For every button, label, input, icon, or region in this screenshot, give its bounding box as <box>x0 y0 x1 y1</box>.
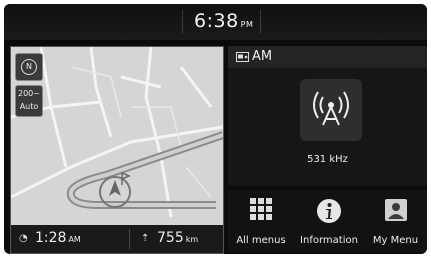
eta-time: 1:28 <box>35 230 67 246</box>
radio-header: AM <box>228 46 427 68</box>
status-bar: 6:38 PM <box>4 4 427 40</box>
distance-unit: km <box>185 235 199 244</box>
my-menu-button[interactable]: My Menu <box>364 190 427 252</box>
radio-widget[interactable]: AM 531 kHz <box>228 46 427 186</box>
distance-value: 755 <box>157 230 184 246</box>
antenna-icon <box>313 91 349 126</box>
info-divider <box>129 229 130 249</box>
head-unit-screen: 6:38 PM N 200~ Auto ◔ 1:28 AM ⇡ 755 km A… <box>4 4 427 254</box>
tower-button[interactable] <box>300 79 362 141</box>
grid-icon <box>250 198 272 220</box>
all-menus-button[interactable]: All menus <box>228 190 294 252</box>
compass-label: N <box>26 62 32 71</box>
eta: 1:28 AM <box>35 230 81 246</box>
status-divider <box>182 10 183 34</box>
clock-time: 6:38 <box>194 10 239 32</box>
navigation-map[interactable]: N 200~ Auto ◔ 1:28 AM ⇡ 755 km <box>10 46 224 254</box>
scale-value: 200~ <box>18 89 40 98</box>
eta-unit: AM <box>68 235 81 244</box>
info-icon <box>317 199 341 223</box>
radio-icon <box>236 52 249 62</box>
information-label: Information <box>300 235 358 246</box>
clock-ampm: PM <box>240 20 254 29</box>
status-divider <box>260 10 261 34</box>
distance-icon: ⇡ <box>141 233 150 244</box>
clock: 6:38 PM <box>194 10 253 32</box>
scale-button[interactable]: 200~ Auto <box>15 85 43 117</box>
route-info-bar[interactable]: ◔ 1:28 AM ⇡ 755 km <box>11 225 223 253</box>
scale-mode: Auto <box>19 102 39 111</box>
my-menu-label: My Menu <box>372 235 419 246</box>
distance: 755 km <box>157 230 198 246</box>
all-menus-label: All menus <box>236 235 286 246</box>
radio-source: AM <box>252 49 273 64</box>
radio-frequency: 531 kHz <box>307 154 348 165</box>
clock-icon: ◔ <box>19 233 28 244</box>
information-button[interactable]: Information <box>294 190 364 252</box>
menu-bar: All menus Information My Menu <box>228 190 427 252</box>
my-menu-icon <box>384 199 407 221</box>
compass-button[interactable]: N <box>15 53 43 81</box>
